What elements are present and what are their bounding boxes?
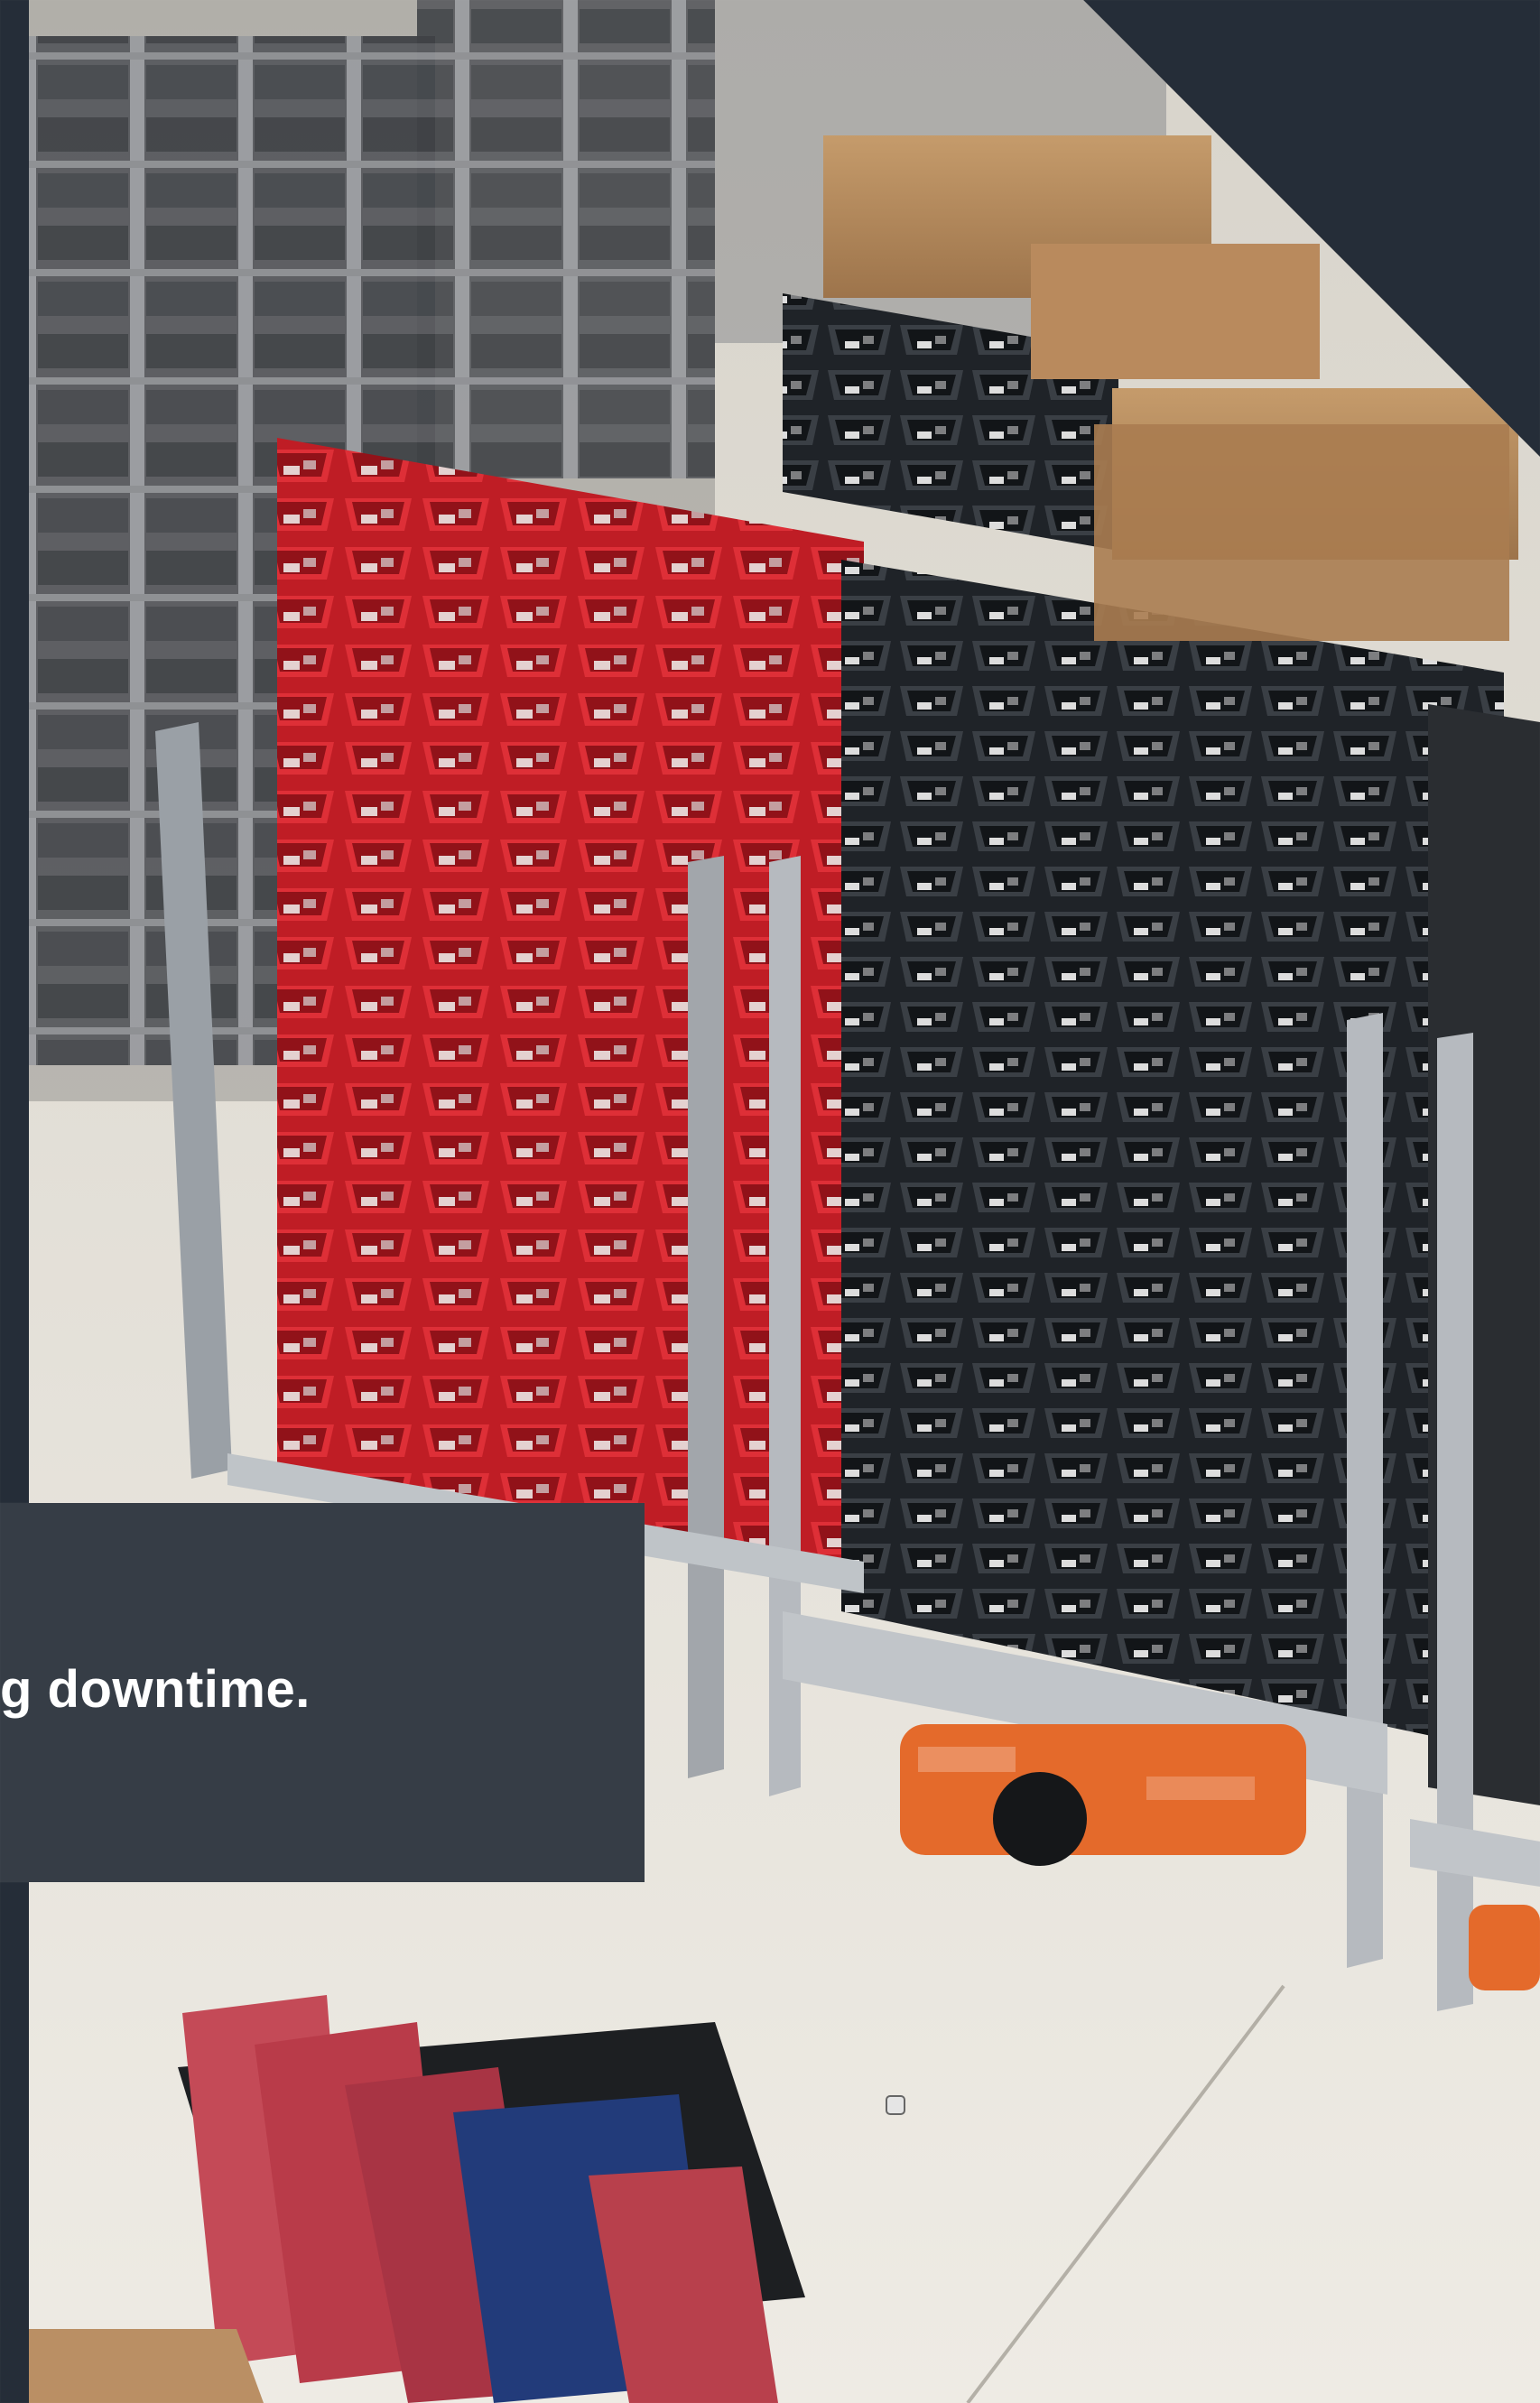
open-box-top bbox=[1031, 244, 1320, 379]
caption-card: g downtime. bbox=[0, 1503, 645, 1882]
robot-number-area bbox=[1146, 1777, 1255, 1800]
front-dark-bin-rack bbox=[841, 560, 1504, 1751]
robot-logo-area bbox=[918, 1747, 1016, 1772]
page: g downtime. bbox=[0, 0, 1540, 2403]
robot-wheel bbox=[993, 1772, 1087, 1866]
floor-marker bbox=[886, 2095, 905, 2115]
warehouse-scene bbox=[29, 0, 1540, 2403]
robot-edge-right bbox=[1469, 1905, 1540, 1990]
caption-text: g downtime. bbox=[0, 1660, 311, 1719]
warehouse-photo-panel bbox=[29, 0, 1540, 2403]
open-box-large bbox=[1094, 424, 1509, 641]
red-rack-frame-right bbox=[688, 856, 724, 1778]
back-shelving-unit bbox=[417, 0, 715, 478]
dark-rack-frame-right bbox=[1347, 1013, 1383, 1968]
bottom-cardboard-corner bbox=[29, 2329, 264, 2403]
